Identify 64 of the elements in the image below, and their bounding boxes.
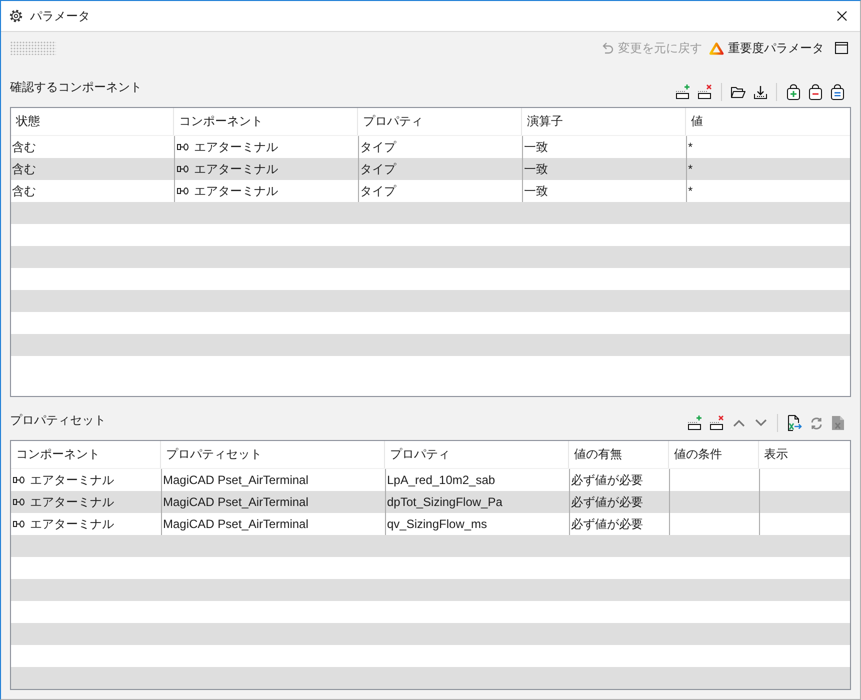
- column-header[interactable]: プロパティ: [358, 108, 522, 135]
- table-cell: エアターミナル: [30, 472, 114, 488]
- toolbar-grip[interactable]: [10, 41, 56, 55]
- close-button[interactable]: [835, 9, 849, 23]
- remove-set-button[interactable]: [806, 83, 824, 101]
- table-row[interactable]: エアターミナル MagiCAD Pset_AirTerminal dpTot_SizingFlow_Pa 必ず値が必要: [11, 491, 850, 513]
- column-header[interactable]: コンポーネント: [11, 441, 161, 468]
- add-set-button[interactable]: [784, 83, 802, 101]
- export-button[interactable]: [785, 414, 803, 432]
- window-icon: [835, 42, 848, 54]
- undo-icon: [601, 42, 614, 54]
- important-parameters-button[interactable]: 重要度パラメータ: [708, 38, 825, 58]
- download-icon: [752, 84, 768, 100]
- column-header[interactable]: 値: [686, 108, 850, 135]
- column-header[interactable]: 表示: [759, 441, 850, 468]
- layout-button[interactable]: [833, 40, 850, 56]
- table-cell-text: 含む: [11, 138, 37, 156]
- delete-row-button[interactable]: [708, 414, 726, 432]
- delete-row-button[interactable]: [696, 83, 714, 101]
- table-cell: エアターミナル: [194, 138, 278, 156]
- import-button[interactable]: [829, 414, 847, 432]
- equal-set-button[interactable]: [828, 83, 846, 101]
- bag-plus-icon: [786, 84, 800, 100]
- column-header[interactable]: 値の条件: [669, 441, 759, 468]
- column-header[interactable]: プロパティ: [385, 441, 569, 468]
- chevron-up-icon: [733, 419, 745, 427]
- document-icon: [830, 415, 846, 431]
- warning-icon: [709, 42, 724, 54]
- air-terminal-icon: [13, 498, 25, 506]
- air-terminal-icon: [177, 143, 189, 151]
- add-row-button[interactable]: [686, 414, 704, 432]
- column-header[interactable]: 演算子: [522, 108, 686, 135]
- add-row-button[interactable]: [674, 83, 692, 101]
- bag-equal-icon: [830, 84, 844, 100]
- folder-icon: [730, 85, 746, 99]
- column-header[interactable]: 値の有無: [569, 441, 669, 468]
- bag-minus-icon: [808, 84, 822, 100]
- add-row-icon: [675, 84, 691, 100]
- close-icon: [837, 11, 847, 21]
- air-terminal-icon: [13, 476, 25, 484]
- add-row-icon: [687, 415, 703, 431]
- chevron-down-icon: [755, 419, 767, 427]
- spreadsheet-export-icon: [786, 415, 802, 431]
- column-header[interactable]: プロパティセット: [161, 441, 385, 468]
- table-cell: エアターミナル: [30, 494, 114, 510]
- section-title: 確認するコンポーネント: [10, 80, 142, 94]
- air-terminal-icon: [177, 187, 189, 195]
- table-cell-text: 含む: [11, 160, 37, 178]
- window-title: パラメータ: [30, 8, 90, 24]
- air-terminal-icon: [13, 520, 25, 528]
- column-header[interactable]: 状態: [11, 108, 174, 135]
- table-cell: エアターミナル: [30, 516, 114, 532]
- table-cell-text: 含む: [11, 182, 37, 200]
- air-terminal-icon: [177, 165, 189, 173]
- refresh-icon: [810, 416, 822, 430]
- column-header[interactable]: コンポーネント: [174, 108, 358, 135]
- table-row[interactable]: 含む エアターミナル タイプ 一致 *: [11, 158, 850, 180]
- delete-row-icon: [697, 84, 713, 100]
- table-cell: エアターミナル: [194, 160, 278, 178]
- settings-icon: [9, 9, 23, 23]
- table-cell: エアターミナル: [194, 182, 278, 200]
- section-title: プロパティセット: [10, 413, 106, 427]
- download-button[interactable]: [751, 83, 769, 101]
- delete-row-icon: [709, 415, 725, 431]
